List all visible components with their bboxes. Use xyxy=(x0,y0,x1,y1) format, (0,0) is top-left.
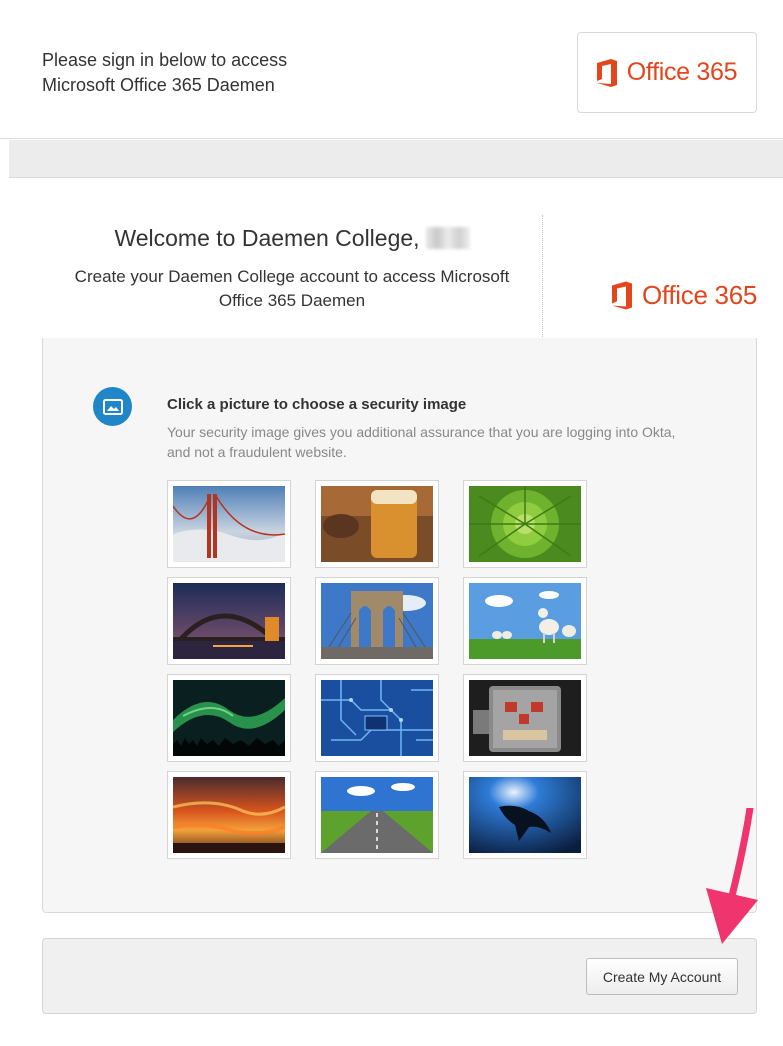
sunset-clouds-image xyxy=(173,777,285,853)
office-logo-icon xyxy=(596,58,617,87)
pink-arrow-annotation xyxy=(706,808,758,944)
vertical-divider xyxy=(542,215,543,339)
brooklyn-bridge-image xyxy=(321,583,433,659)
golden-gate-bridge-image xyxy=(173,486,285,562)
office-365-logo-text: Office 365 xyxy=(626,58,738,86)
redacted-user-name xyxy=(425,227,470,249)
create-my-account-button[interactable]: Create My Account xyxy=(586,958,738,995)
header-divider-band xyxy=(9,140,783,178)
security-image-sunset-clouds[interactable] xyxy=(167,771,291,859)
security-image-aurora-borealis[interactable] xyxy=(167,674,291,762)
security-image-open-road[interactable] xyxy=(315,771,439,859)
green-succulent-image xyxy=(469,486,581,562)
welcome-subtitle-line-1: Create your Daemen College account to ac… xyxy=(74,267,510,286)
open-road-image xyxy=(321,777,433,853)
sign-in-intro: Please sign in below to access Microsoft… xyxy=(42,48,442,98)
sydney-harbour-bridge-image xyxy=(173,583,285,659)
beer-glass-image xyxy=(321,486,433,562)
picture-icon xyxy=(93,387,132,426)
security-image-golden-gate-bridge[interactable] xyxy=(167,480,291,568)
manta-ray-image xyxy=(469,777,581,853)
office-365-logo-secondary: Office 365 xyxy=(612,280,757,311)
office-365-logo-text: Office 365 xyxy=(642,280,758,310)
security-image-beer-glass[interactable] xyxy=(315,480,439,568)
intro-line-1: Please sign in below to access xyxy=(42,50,288,70)
lambs-on-grass-image xyxy=(469,583,581,659)
intro-line-2: Microsoft Office 365 Daemen xyxy=(42,75,275,95)
welcome-subtitle-line-2: Office 365 Daemen xyxy=(218,291,366,310)
welcome-title-text: Welcome to Daemen College, xyxy=(114,225,420,251)
security-image-green-succulent[interactable] xyxy=(463,480,587,568)
security-image-description: Your security image gives you additional… xyxy=(167,424,676,460)
toy-robot-image xyxy=(469,680,581,756)
office-365-logo-box: Office 365 xyxy=(577,32,757,113)
security-image-toy-robot[interactable] xyxy=(463,674,587,762)
welcome-title: Welcome to Daemen College, xyxy=(42,225,542,252)
welcome-panel: Welcome to Daemen College, Create your D… xyxy=(42,215,542,339)
office-logo-icon xyxy=(612,281,632,310)
welcome-subtitle: Create your Daemen College account to ac… xyxy=(42,265,542,313)
office-365-logo: Office 365 xyxy=(596,58,738,87)
security-image-manta-ray[interactable] xyxy=(463,771,587,859)
security-image-circuit-board[interactable] xyxy=(315,674,439,762)
security-image-lambs-on-grass[interactable] xyxy=(463,577,587,665)
aurora-borealis-image xyxy=(173,680,285,756)
security-image-brooklyn-bridge[interactable] xyxy=(315,577,439,665)
security-image-title: Click a picture to choose a security ima… xyxy=(167,396,467,413)
circuit-board-image xyxy=(321,680,433,756)
security-image-sydney-harbour-bridge[interactable] xyxy=(167,577,291,665)
